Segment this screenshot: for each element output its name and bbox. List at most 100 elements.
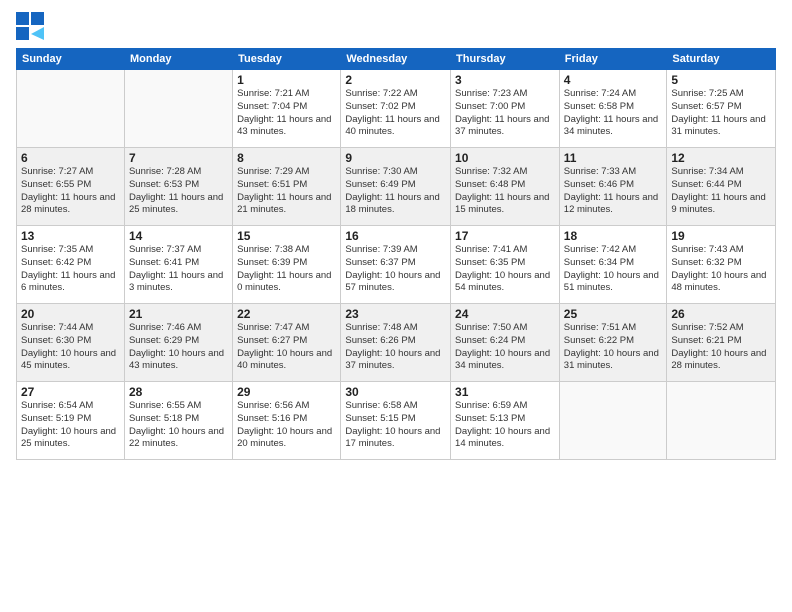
calendar-cell: 1Sunrise: 7:21 AM Sunset: 7:04 PM Daylig… — [233, 70, 341, 148]
calendar-header: SundayMondayTuesdayWednesdayThursdayFrid… — [17, 49, 776, 70]
day-info: Sunrise: 7:28 AM Sunset: 6:53 PM Dayligh… — [129, 166, 228, 217]
calendar-cell: 18Sunrise: 7:42 AM Sunset: 6:34 PM Dayli… — [559, 226, 667, 304]
day-info: Sunrise: 7:37 AM Sunset: 6:41 PM Dayligh… — [129, 244, 228, 295]
calendar-cell: 17Sunrise: 7:41 AM Sunset: 6:35 PM Dayli… — [451, 226, 560, 304]
calendar-cell: 19Sunrise: 7:43 AM Sunset: 6:32 PM Dayli… — [667, 226, 776, 304]
calendar-cell: 20Sunrise: 7:44 AM Sunset: 6:30 PM Dayli… — [17, 304, 125, 382]
calendar-cell: 30Sunrise: 6:58 AM Sunset: 5:15 PM Dayli… — [341, 382, 451, 460]
header-row: SundayMondayTuesdayWednesdayThursdayFrid… — [17, 49, 776, 70]
weekday-header-tuesday: Tuesday — [233, 49, 341, 70]
day-number: 4 — [564, 73, 663, 87]
day-info: Sunrise: 7:47 AM Sunset: 6:27 PM Dayligh… — [237, 322, 336, 373]
day-number: 2 — [345, 73, 446, 87]
day-number: 23 — [345, 307, 446, 321]
header — [16, 12, 776, 40]
day-info: Sunrise: 7:24 AM Sunset: 6:58 PM Dayligh… — [564, 88, 663, 139]
day-info: Sunrise: 7:52 AM Sunset: 6:21 PM Dayligh… — [671, 322, 771, 373]
calendar-cell — [124, 70, 232, 148]
calendar-cell — [559, 382, 667, 460]
day-info: Sunrise: 6:55 AM Sunset: 5:18 PM Dayligh… — [129, 400, 228, 451]
calendar-week-5: 27Sunrise: 6:54 AM Sunset: 5:19 PM Dayli… — [17, 382, 776, 460]
day-number: 16 — [345, 229, 446, 243]
calendar-cell: 8Sunrise: 7:29 AM Sunset: 6:51 PM Daylig… — [233, 148, 341, 226]
day-number: 27 — [21, 385, 120, 399]
calendar-table: SundayMondayTuesdayWednesdayThursdayFrid… — [16, 48, 776, 460]
day-number: 10 — [455, 151, 555, 165]
weekday-header-monday: Monday — [124, 49, 232, 70]
calendar-cell: 26Sunrise: 7:52 AM Sunset: 6:21 PM Dayli… — [667, 304, 776, 382]
day-number: 15 — [237, 229, 336, 243]
calendar-cell: 9Sunrise: 7:30 AM Sunset: 6:49 PM Daylig… — [341, 148, 451, 226]
day-info: Sunrise: 6:59 AM Sunset: 5:13 PM Dayligh… — [455, 400, 555, 451]
day-number: 14 — [129, 229, 228, 243]
calendar-cell: 29Sunrise: 6:56 AM Sunset: 5:16 PM Dayli… — [233, 382, 341, 460]
calendar-cell: 28Sunrise: 6:55 AM Sunset: 5:18 PM Dayli… — [124, 382, 232, 460]
calendar-cell: 16Sunrise: 7:39 AM Sunset: 6:37 PM Dayli… — [341, 226, 451, 304]
day-info: Sunrise: 7:42 AM Sunset: 6:34 PM Dayligh… — [564, 244, 663, 295]
day-info: Sunrise: 7:23 AM Sunset: 7:00 PM Dayligh… — [455, 88, 555, 139]
day-number: 24 — [455, 307, 555, 321]
calendar-cell: 14Sunrise: 7:37 AM Sunset: 6:41 PM Dayli… — [124, 226, 232, 304]
day-info: Sunrise: 7:44 AM Sunset: 6:30 PM Dayligh… — [21, 322, 120, 373]
day-number: 20 — [21, 307, 120, 321]
day-info: Sunrise: 7:30 AM Sunset: 6:49 PM Dayligh… — [345, 166, 446, 217]
day-info: Sunrise: 7:29 AM Sunset: 6:51 PM Dayligh… — [237, 166, 336, 217]
calendar-cell: 5Sunrise: 7:25 AM Sunset: 6:57 PM Daylig… — [667, 70, 776, 148]
day-number: 9 — [345, 151, 446, 165]
day-info: Sunrise: 6:58 AM Sunset: 5:15 PM Dayligh… — [345, 400, 446, 451]
day-info: Sunrise: 7:32 AM Sunset: 6:48 PM Dayligh… — [455, 166, 555, 217]
calendar-body: 1Sunrise: 7:21 AM Sunset: 7:04 PM Daylig… — [17, 70, 776, 460]
day-number: 21 — [129, 307, 228, 321]
day-info: Sunrise: 6:56 AM Sunset: 5:16 PM Dayligh… — [237, 400, 336, 451]
calendar-cell: 31Sunrise: 6:59 AM Sunset: 5:13 PM Dayli… — [451, 382, 560, 460]
day-info: Sunrise: 7:50 AM Sunset: 6:24 PM Dayligh… — [455, 322, 555, 373]
day-info: Sunrise: 7:21 AM Sunset: 7:04 PM Dayligh… — [237, 88, 336, 139]
day-number: 30 — [345, 385, 446, 399]
calendar-cell: 22Sunrise: 7:47 AM Sunset: 6:27 PM Dayli… — [233, 304, 341, 382]
calendar-cell: 11Sunrise: 7:33 AM Sunset: 6:46 PM Dayli… — [559, 148, 667, 226]
day-number: 3 — [455, 73, 555, 87]
day-number: 1 — [237, 73, 336, 87]
day-number: 22 — [237, 307, 336, 321]
calendar-cell: 3Sunrise: 7:23 AM Sunset: 7:00 PM Daylig… — [451, 70, 560, 148]
calendar-week-3: 13Sunrise: 7:35 AM Sunset: 6:42 PM Dayli… — [17, 226, 776, 304]
day-info: Sunrise: 7:25 AM Sunset: 6:57 PM Dayligh… — [671, 88, 771, 139]
day-number: 29 — [237, 385, 336, 399]
day-number: 13 — [21, 229, 120, 243]
day-info: Sunrise: 7:34 AM Sunset: 6:44 PM Dayligh… — [671, 166, 771, 217]
calendar-cell: 4Sunrise: 7:24 AM Sunset: 6:58 PM Daylig… — [559, 70, 667, 148]
calendar-cell — [17, 70, 125, 148]
calendar-cell: 24Sunrise: 7:50 AM Sunset: 6:24 PM Dayli… — [451, 304, 560, 382]
calendar-cell: 21Sunrise: 7:46 AM Sunset: 6:29 PM Dayli… — [124, 304, 232, 382]
day-info: Sunrise: 7:39 AM Sunset: 6:37 PM Dayligh… — [345, 244, 446, 295]
day-number: 6 — [21, 151, 120, 165]
day-number: 25 — [564, 307, 663, 321]
calendar-cell: 27Sunrise: 6:54 AM Sunset: 5:19 PM Dayli… — [17, 382, 125, 460]
day-number: 26 — [671, 307, 771, 321]
day-number: 5 — [671, 73, 771, 87]
day-number: 31 — [455, 385, 555, 399]
day-info: Sunrise: 7:43 AM Sunset: 6:32 PM Dayligh… — [671, 244, 771, 295]
calendar-cell: 13Sunrise: 7:35 AM Sunset: 6:42 PM Dayli… — [17, 226, 125, 304]
day-number: 28 — [129, 385, 228, 399]
calendar-week-1: 1Sunrise: 7:21 AM Sunset: 7:04 PM Daylig… — [17, 70, 776, 148]
day-number: 8 — [237, 151, 336, 165]
calendar-cell: 2Sunrise: 7:22 AM Sunset: 7:02 PM Daylig… — [341, 70, 451, 148]
weekday-header-sunday: Sunday — [17, 49, 125, 70]
day-info: Sunrise: 7:35 AM Sunset: 6:42 PM Dayligh… — [21, 244, 120, 295]
day-info: Sunrise: 7:38 AM Sunset: 6:39 PM Dayligh… — [237, 244, 336, 295]
calendar-week-4: 20Sunrise: 7:44 AM Sunset: 6:30 PM Dayli… — [17, 304, 776, 382]
day-info: Sunrise: 7:27 AM Sunset: 6:55 PM Dayligh… — [21, 166, 120, 217]
day-number: 17 — [455, 229, 555, 243]
calendar-cell: 23Sunrise: 7:48 AM Sunset: 6:26 PM Dayli… — [341, 304, 451, 382]
day-number: 19 — [671, 229, 771, 243]
calendar-cell: 12Sunrise: 7:34 AM Sunset: 6:44 PM Dayli… — [667, 148, 776, 226]
calendar-cell: 25Sunrise: 7:51 AM Sunset: 6:22 PM Dayli… — [559, 304, 667, 382]
day-number: 11 — [564, 151, 663, 165]
weekday-header-friday: Friday — [559, 49, 667, 70]
weekday-header-saturday: Saturday — [667, 49, 776, 70]
day-info: Sunrise: 7:41 AM Sunset: 6:35 PM Dayligh… — [455, 244, 555, 295]
day-number: 18 — [564, 229, 663, 243]
day-number: 7 — [129, 151, 228, 165]
day-info: Sunrise: 6:54 AM Sunset: 5:19 PM Dayligh… — [21, 400, 120, 451]
